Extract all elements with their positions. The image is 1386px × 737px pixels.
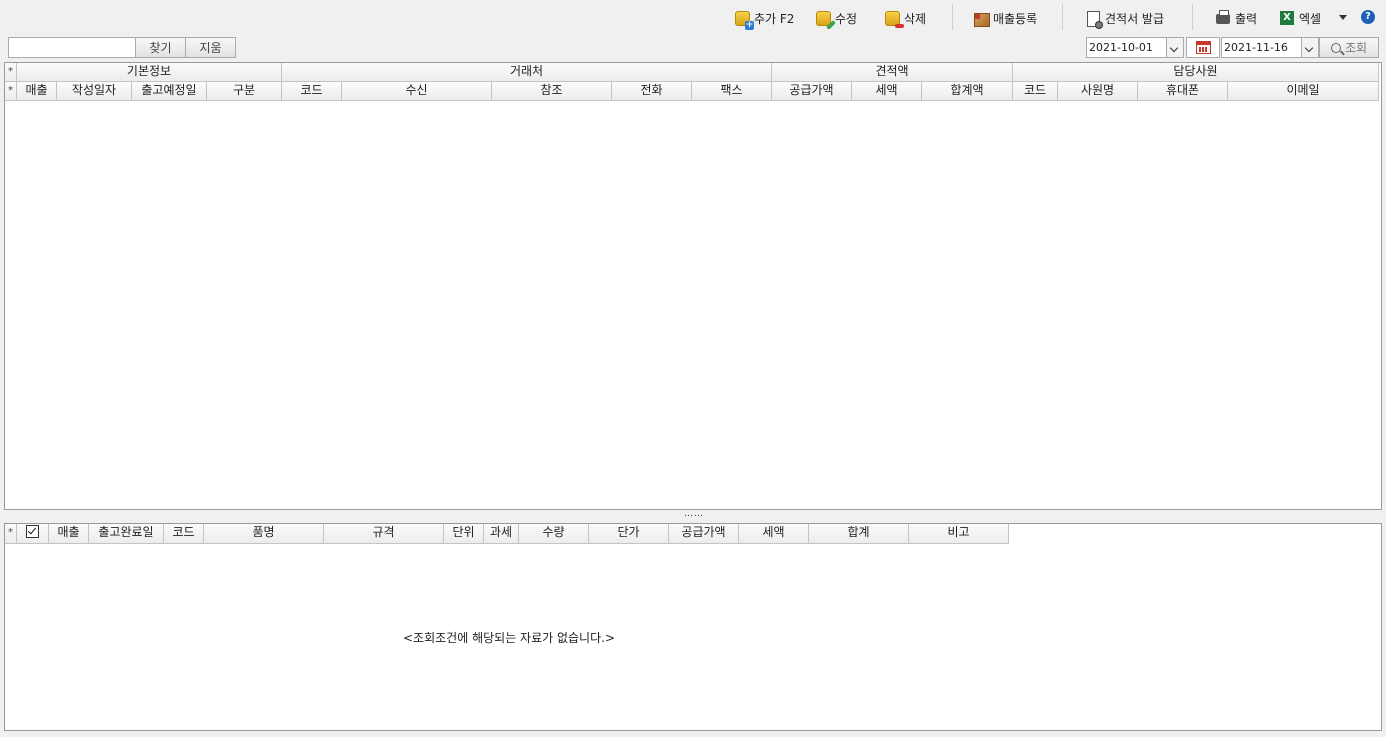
- col-header-fax[interactable]: 팩스: [692, 82, 772, 101]
- date-to-picker[interactable]: 2021-11-16: [1221, 37, 1319, 58]
- date-to-value: 2021-11-16: [1224, 41, 1288, 54]
- col-header-total[interactable]: 합계: [809, 524, 909, 544]
- date-from-picker[interactable]: 2021-10-01: [1086, 37, 1184, 58]
- col-header-item-code[interactable]: 코드: [164, 524, 204, 544]
- database-edit-icon: [815, 10, 836, 30]
- sales-register-button[interactable]: 매출등록: [973, 8, 1037, 28]
- excel-icon: X: [1279, 10, 1295, 26]
- col-header-category[interactable]: 구분: [207, 82, 282, 101]
- delete-button[interactable]: 삭제: [884, 8, 926, 28]
- toolbar-separator: [952, 4, 953, 30]
- database-delete-icon: [884, 10, 904, 28]
- group-header-customer: 거래처: [282, 63, 772, 82]
- database-add-icon: +: [734, 10, 754, 30]
- col-header-spec[interactable]: 규격: [324, 524, 444, 544]
- col-header-staff-name[interactable]: 사원명: [1058, 82, 1138, 101]
- edit-button-label: 수정: [835, 11, 858, 26]
- add-button-label: 추가 F2: [754, 11, 795, 26]
- document-search-icon: [1085, 10, 1103, 29]
- add-button[interactable]: + 추가 F2: [734, 8, 795, 30]
- quote-list-grid[interactable]: * 기본정보 거래처 견적액 담당사원 * 매출 작성일자 출고예정일 구분 코…: [4, 62, 1382, 510]
- col-header-created-date[interactable]: 작성일자: [57, 82, 132, 101]
- clear-button[interactable]: 지움: [185, 37, 236, 58]
- col-header-sales[interactable]: 매출: [17, 82, 57, 101]
- chevron-down-icon[interactable]: [1301, 38, 1318, 57]
- col-header-item-name[interactable]: 품명: [204, 524, 324, 544]
- calendar-icon: [1196, 41, 1211, 54]
- col-header-tax[interactable]: 세액: [852, 82, 922, 101]
- group-header-staff: 담당사원: [1013, 63, 1379, 82]
- help-icon[interactable]: ?: [1361, 10, 1375, 24]
- toolbar-separator: [1062, 4, 1063, 30]
- excel-dropdown-icon[interactable]: [1339, 15, 1347, 20]
- edit-button[interactable]: 수정: [815, 8, 858, 30]
- col-header-quantity[interactable]: 수량: [519, 524, 589, 544]
- quote-detail-grid[interactable]: * 매출 출고완료일 코드 품명 규격 단위 과세 수량 단가 공급가액 세액 …: [4, 523, 1382, 731]
- col-header-taxable[interactable]: 과세: [484, 524, 519, 544]
- grid-corner-star: *: [5, 524, 17, 544]
- col-header-email[interactable]: 이메일: [1228, 82, 1379, 101]
- col-header-ship-complete-date[interactable]: 출고완료일: [89, 524, 164, 544]
- print-button[interactable]: 출력: [1215, 8, 1257, 28]
- delete-button-label: 삭제: [904, 11, 927, 26]
- select-all-checkbox[interactable]: [17, 524, 49, 544]
- col-header-mobile[interactable]: 휴대폰: [1138, 82, 1228, 101]
- quote-issue-button[interactable]: 견적서 발급: [1085, 8, 1165, 29]
- excel-button[interactable]: X 엑셀: [1279, 8, 1321, 28]
- excel-button-label: 엑셀: [1299, 11, 1322, 26]
- col-header-ship-date[interactable]: 출고예정일: [132, 82, 207, 101]
- toolbar: + 추가 F2 수정 삭제 매출등록 견적서 발급 출력 X 엑셀 ?: [0, 0, 1386, 34]
- search-input[interactable]: [8, 37, 140, 58]
- grid-corner-star: *: [5, 63, 17, 82]
- group-header-basic-info: 기본정보: [17, 63, 282, 82]
- toolbar-separator: [1192, 4, 1193, 30]
- query-button-label: 조회: [1344, 41, 1368, 55]
- chevron-down-icon[interactable]: [1166, 38, 1183, 57]
- query-button[interactable]: 조회: [1319, 37, 1379, 58]
- col-header-unit-price[interactable]: 단가: [589, 524, 669, 544]
- search-icon: [1330, 42, 1341, 53]
- quote-issue-label: 견적서 발급: [1105, 11, 1165, 26]
- col-header-total[interactable]: 합계액: [922, 82, 1013, 101]
- calendar-button[interactable]: [1186, 37, 1220, 58]
- box-icon: [973, 10, 990, 27]
- checkbox-icon[interactable]: [26, 525, 39, 538]
- sales-register-label: 매출등록: [993, 11, 1038, 26]
- grid-row-star: *: [5, 82, 17, 101]
- col-header-staff-code[interactable]: 코드: [1013, 82, 1058, 101]
- col-header-supply-amount[interactable]: 공급가액: [669, 524, 739, 544]
- col-header-customer-code[interactable]: 코드: [282, 82, 342, 101]
- col-header-tax[interactable]: 세액: [739, 524, 809, 544]
- grid-splitter[interactable]: ……: [684, 510, 704, 519]
- col-header-recipient[interactable]: 수신: [342, 82, 492, 101]
- col-header-unit[interactable]: 단위: [444, 524, 484, 544]
- find-button[interactable]: 찾기: [135, 37, 186, 58]
- col-header-phone[interactable]: 전화: [612, 82, 692, 101]
- col-header-sales[interactable]: 매출: [49, 524, 89, 544]
- date-from-value: 2021-10-01: [1089, 41, 1153, 54]
- col-header-supply-amount[interactable]: 공급가액: [772, 82, 852, 101]
- col-header-note[interactable]: 비고: [909, 524, 1009, 544]
- printer-icon: [1215, 10, 1231, 26]
- col-header-reference[interactable]: 참조: [492, 82, 612, 101]
- print-button-label: 출력: [1235, 11, 1258, 26]
- group-header-quote-amount: 견적액: [772, 63, 1013, 82]
- empty-result-message: <조회조건에 해당되는 자료가 없습니다.>: [403, 631, 616, 645]
